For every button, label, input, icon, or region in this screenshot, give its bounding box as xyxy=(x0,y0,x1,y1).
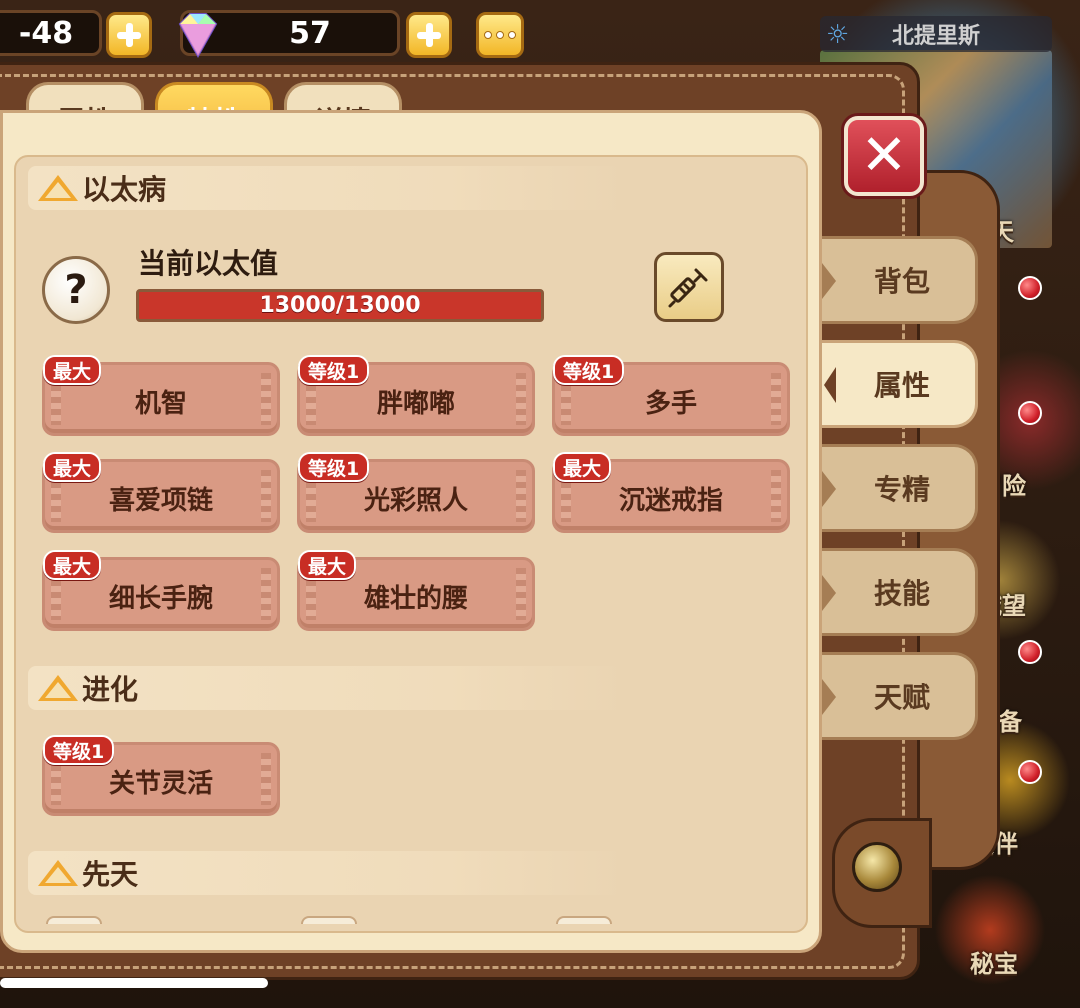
right-tab-label: 背包 xyxy=(874,265,931,298)
home-indicator[interactable] xyxy=(0,978,268,988)
tab-pointer-icon xyxy=(822,263,836,299)
plus-icon-bar xyxy=(125,23,133,47)
coin-prefix: - xyxy=(18,15,32,51)
trait-name: 光彩照人 xyxy=(363,485,468,516)
trait-level-badge: 最大 xyxy=(553,452,612,482)
right-tab-mastery[interactable]: 专精 xyxy=(822,444,978,532)
trait-level-badge: 等级1 xyxy=(43,735,115,765)
trait-card-partial xyxy=(46,916,102,924)
right-tab-label: 技能 xyxy=(874,577,931,610)
add-coins-button[interactable] xyxy=(106,12,152,58)
right-tab-skills[interactable]: 技能 xyxy=(822,548,978,636)
right-tab-bag[interactable]: 背包 xyxy=(822,236,978,324)
trait-card[interactable]: 等级1 多手 xyxy=(552,355,790,436)
trait-level-badge: 最大 xyxy=(43,355,102,385)
notification-dot xyxy=(1018,760,1042,784)
right-tab-label: 专精 xyxy=(874,473,931,506)
trait-card[interactable]: 等级1 关节灵活 xyxy=(42,735,280,816)
tab-pointer-icon xyxy=(822,679,836,715)
syringe-icon xyxy=(668,268,708,308)
tab-pointer-icon xyxy=(822,575,836,611)
section-title: 进化 xyxy=(82,673,139,706)
gem-value: 57 xyxy=(289,15,331,51)
notification-dot xyxy=(1018,276,1042,300)
notification-dot xyxy=(1018,401,1042,425)
right-tab-attributes[interactable]: 属性 xyxy=(822,340,978,428)
collapse-triangle-icon xyxy=(38,860,78,886)
ether-progress-text: 13000/13000 xyxy=(259,293,421,318)
clasp-button[interactable] xyxy=(852,842,902,892)
trait-name: 细长手腕 xyxy=(108,583,213,614)
collapse-triangle-icon xyxy=(38,175,78,201)
trait-level-badge: 最大 xyxy=(298,550,357,580)
more-icon-dot xyxy=(496,31,504,39)
section-header-ether[interactable]: 以太病 xyxy=(28,166,628,210)
more-icon xyxy=(484,31,492,39)
ether-value-label: 当前以太值 xyxy=(138,247,279,280)
gem-icon xyxy=(178,13,218,59)
trait-name: 机智 xyxy=(134,388,187,419)
right-tab-talent[interactable]: 天赋 xyxy=(822,652,978,740)
section-title: 先天 xyxy=(82,858,139,891)
side-menu-equip[interactable]: 备 xyxy=(998,702,1022,737)
more-button[interactable] xyxy=(476,12,524,58)
trait-name: 关节灵活 xyxy=(108,768,213,799)
syringe-button[interactable] xyxy=(654,252,724,322)
tab-pointer-icon xyxy=(822,471,836,507)
plus-icon-bar xyxy=(425,23,433,47)
trait-name: 雄壮的腰 xyxy=(363,583,468,614)
trait-card-partial xyxy=(301,916,357,924)
trait-card[interactable]: 最大 沉迷戒指 xyxy=(552,452,790,533)
add-gems-button[interactable] xyxy=(406,12,452,58)
ether-progress-bar: 13000/13000 xyxy=(136,289,544,322)
trait-card[interactable]: 最大 喜爱项链 xyxy=(42,452,280,533)
help-button[interactable]: ? xyxy=(42,256,110,324)
coin-counter: -48 xyxy=(0,10,102,56)
more-icon-dot xyxy=(508,31,516,39)
right-tab-label: 属性 xyxy=(874,369,931,402)
section-header-innate[interactable]: 先天 xyxy=(28,851,628,895)
section-title: 以太病 xyxy=(82,173,167,206)
notification-dot xyxy=(1018,640,1042,664)
minimap-region-name: 北提里斯 xyxy=(891,24,980,49)
trait-card[interactable]: 最大 机智 xyxy=(42,355,280,436)
sun-icon: ☼ xyxy=(826,20,850,50)
section-header-evolution[interactable]: 进化 xyxy=(28,666,628,710)
trait-name: 喜爱项链 xyxy=(108,485,213,516)
trait-level-badge: 等级1 xyxy=(298,355,370,385)
trait-card[interactable]: 等级1 光彩照人 xyxy=(297,452,535,533)
collapse-triangle-icon xyxy=(38,675,78,701)
trait-card[interactable]: 最大 雄壮的腰 xyxy=(297,550,535,631)
minimap-title: 北提里斯 xyxy=(820,16,1052,52)
trait-name: 多手 xyxy=(644,388,697,419)
trait-name: 沉迷戒指 xyxy=(618,485,723,516)
trait-level-badge: 等级1 xyxy=(553,355,625,385)
close-button[interactable]: ✕ xyxy=(844,116,924,196)
tab-pointer-icon xyxy=(824,367,836,403)
trait-level-badge: 等级1 xyxy=(298,452,370,482)
trait-card[interactable]: 等级1 胖嘟嘟 xyxy=(297,355,535,436)
trait-level-badge: 最大 xyxy=(43,452,102,482)
right-tab-label: 天赋 xyxy=(874,681,931,714)
coin-value: 48 xyxy=(31,15,74,51)
trait-card[interactable]: 最大 细长手腕 xyxy=(42,550,280,631)
close-icon: ✕ xyxy=(860,123,908,188)
trait-name: 胖嘟嘟 xyxy=(376,388,455,419)
trait-level-badge: 最大 xyxy=(43,550,102,580)
trait-card-partial xyxy=(556,916,612,924)
side-menu-treasure[interactable]: 秘宝 xyxy=(970,944,1018,979)
help-icon: ? xyxy=(64,267,88,313)
